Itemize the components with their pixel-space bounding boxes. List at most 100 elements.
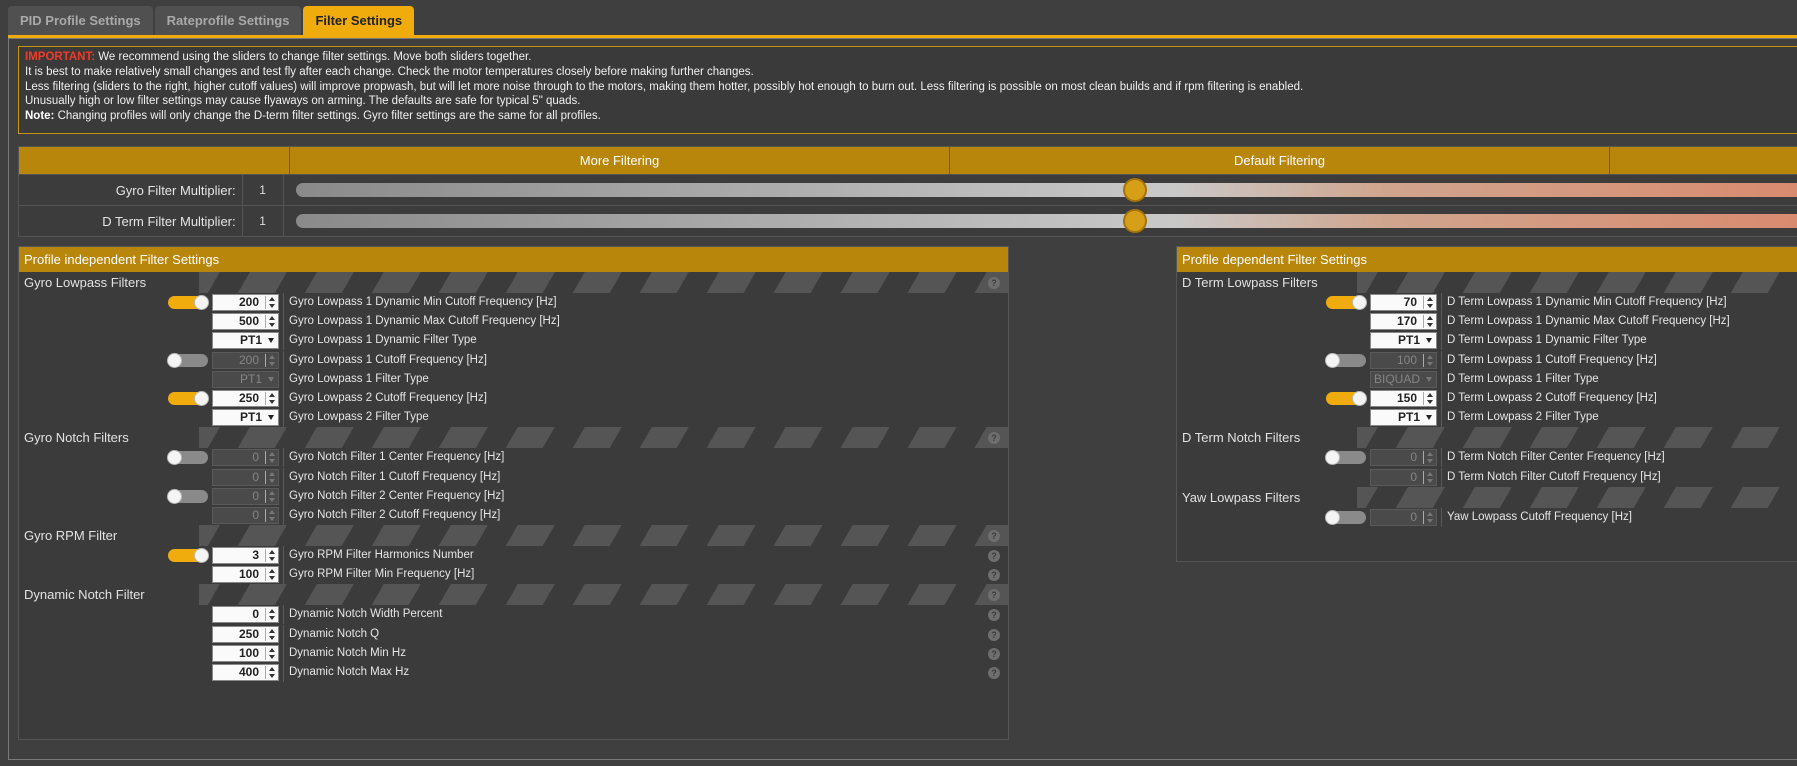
dterm-lpf1-dyn-type-select[interactable]: PT1 — [1370, 332, 1437, 350]
gyro-rpm-harmonics-label: Gyro RPM Filter Harmonics Number — [283, 546, 474, 566]
gyro-lpf1-static-toggle[interactable] — [167, 352, 208, 368]
dterm-lpf2-type-label: D Term Lowpass 2 Filter Type — [1441, 408, 1599, 428]
gyro-notch2-center-input[interactable]: 0 — [212, 487, 279, 505]
tab-bar: PID Profile Settings Rateprofile Setting… — [8, 6, 416, 36]
gyro-rpm-section: Gyro RPM Filter? — [19, 525, 1008, 547]
dyn-notch-min-hz-input[interactable]: 100 — [212, 644, 279, 662]
notice-line-3: Less filtering (sliders to the right, hi… — [25, 80, 1304, 93]
gyro-notch2-cutoff-input[interactable]: 0 — [212, 506, 279, 524]
help-icon[interactable]: ? — [988, 628, 1000, 641]
yaw-lowpass-toggle[interactable] — [1325, 509, 1366, 525]
dterm-filter-multiplier-slider[interactable] — [295, 209, 1797, 233]
gyro-filter-multiplier-slider[interactable] — [295, 178, 1797, 202]
yaw-lowpass-title: Yaw Lowpass Filters — [1182, 489, 1309, 505]
dterm-filter-multiplier-row: D Term Filter Multiplier: 1 — [19, 205, 1797, 237]
help-icon[interactable]: ? — [988, 550, 1000, 563]
gyro-lpf2-type-select[interactable]: PT1 — [212, 409, 279, 427]
dyn-notch-q-row: 250 Dynamic Notch Q ? — [19, 624, 1008, 644]
gyro-lpf1-dyn-toggle[interactable] — [168, 295, 209, 310]
dterm-lpf1-dyn-min-label: D Term Lowpass 1 Dynamic Min Cutoff Freq… — [1441, 293, 1727, 312]
dterm-notch-cutoff-input[interactable]: 0 — [1370, 468, 1437, 486]
help-icon[interactable]: ? — [988, 667, 1000, 679]
gyro-notch1-cutoff-label: Gyro Notch Filter 1 Cutoff Frequency [Hz… — [283, 467, 500, 487]
gyro-lpf1-dyn-max-label: Gyro Lowpass 1 Dynamic Max Cutoff Freque… — [283, 312, 560, 332]
yaw-lowpass-cutoff-input[interactable]: 0 — [1370, 508, 1437, 526]
dterm-lpf2-cutoff-row: 150 D Term Lowpass 2 Cutoff Frequency [H… — [1177, 388, 1797, 408]
profile-independent-title: Profile independent Filter Settings — [19, 247, 1008, 272]
dterm-lpf2-toggle[interactable] — [1326, 390, 1367, 406]
dterm-notch-toggle[interactable] — [1325, 450, 1366, 466]
notice-line-4: Unusually high or low filter settings ma… — [25, 95, 581, 108]
dterm-lpf1-dyn-toggle[interactable] — [1326, 295, 1367, 310]
dyn-notch-width-label: Dynamic Notch Width Percent — [283, 605, 442, 625]
tab-rateprofile-settings[interactable]: Rateprofile Settings — [154, 6, 302, 35]
gyro-lpf1-cutoff-row: 200 Gyro Lowpass 1 Cutoff Frequency [Hz] — [19, 350, 1008, 370]
dterm-lpf1-cutoff-label: D Term Lowpass 1 Cutoff Frequency [Hz] — [1441, 350, 1657, 370]
gyro-filter-multiplier-label: Gyro Filter Multiplier: — [115, 182, 236, 198]
dterm-lpf1-type-select[interactable]: BIQUAD — [1370, 370, 1437, 388]
gyro-notch1-center-row: 0 Gyro Notch Filter 1 Center Frequency [… — [19, 448, 1008, 468]
tab-filter-settings[interactable]: Filter Settings — [303, 6, 415, 35]
gyro-notch1-center-input[interactable]: 0 — [212, 449, 279, 467]
gyro-lpf1-dyn-type-select[interactable]: PT1 — [212, 332, 279, 350]
gyro-lpf1-dyn-min-row: 200 Gyro Lowpass 1 Dynamic Min Cutoff Fr… — [19, 293, 1008, 312]
help-icon[interactable]: ? — [988, 647, 1000, 660]
gyro-notch2-toggle[interactable] — [167, 488, 208, 504]
slider-table-header: More Filtering Default Filtering — [19, 147, 1797, 174]
dterm-lpf1-cutoff-input[interactable]: 100 — [1370, 351, 1437, 369]
dynamic-notch-title: Dynamic Notch Filter — [24, 587, 153, 603]
gyro-lpf1-dyn-max-input[interactable]: 500 — [212, 313, 279, 331]
gyro-lpf1-type-select[interactable]: PT1 — [212, 370, 279, 388]
gyro-notch1-cutoff-input[interactable]: 0 — [212, 468, 279, 486]
gyro-slider-thumb[interactable] — [1122, 178, 1147, 202]
help-icon[interactable]: ? — [988, 588, 1000, 601]
dterm-lpf2-cutoff-input[interactable]: 150 — [1370, 389, 1437, 407]
dterm-lpf1-cutoff-row: 100 D Term Lowpass 1 Cutoff Frequency [H… — [1177, 350, 1797, 370]
dterm-lpf1-static-toggle[interactable] — [1325, 352, 1366, 368]
dterm-lpf1-dyn-min-input[interactable]: 70 — [1370, 294, 1437, 311]
dterm-notch-center-label: D Term Notch Filter Center Frequency [Hz… — [1441, 448, 1665, 468]
help-icon[interactable]: ? — [988, 569, 1000, 582]
yaw-lowpass-cutoff-row: 0 Yaw Lowpass Cutoff Frequency [Hz] — [1177, 507, 1797, 527]
dyn-notch-min-hz-row: 100 Dynamic Notch Min Hz ? — [19, 643, 1008, 663]
gyro-lpf1-type-row: PT1 Gyro Lowpass 1 Filter Type — [19, 369, 1008, 389]
gyro-lpf1-type-label: Gyro Lowpass 1 Filter Type — [283, 369, 429, 389]
gyro-lpf1-dyn-min-input[interactable]: 200 — [212, 294, 279, 311]
tab-pid-profile-settings[interactable]: PID Profile Settings — [8, 6, 153, 35]
gyro-notch2-center-row: 0 Gyro Notch Filter 2 Center Frequency [… — [19, 486, 1008, 506]
gyro-rpm-toggle[interactable] — [168, 548, 209, 564]
dyn-notch-width-input[interactable]: 0 — [212, 606, 279, 624]
notice-line-2: It is best to make relatively small chan… — [25, 65, 754, 78]
notice-line-5: Changing profiles will only change the D… — [54, 110, 601, 123]
gyro-rpm-harmonics-input[interactable]: 3 — [212, 547, 279, 565]
dterm-notch-cutoff-row: 0 D Term Notch Filter Cutoff Frequency [… — [1177, 467, 1797, 487]
dyn-notch-max-hz-label: Dynamic Notch Max Hz — [283, 663, 409, 682]
gyro-lpf1-dyn-min-label: Gyro Lowpass 1 Dynamic Min Cutoff Freque… — [283, 293, 557, 312]
help-icon[interactable]: ? — [988, 529, 1000, 542]
dterm-lpf1-dyn-max-input[interactable]: 170 — [1370, 313, 1437, 331]
profile-independent-panel: Profile independent Filter Settings Gyro… — [18, 246, 1009, 740]
dterm-notch-center-input[interactable]: 0 — [1370, 449, 1437, 467]
gyro-lpf2-toggle[interactable] — [168, 390, 209, 406]
dterm-filter-multiplier-value: 1 — [241, 205, 284, 237]
dterm-lpf1-type-label: D Term Lowpass 1 Filter Type — [1441, 369, 1599, 389]
dyn-notch-q-input[interactable]: 250 — [212, 625, 279, 643]
slider-table: More Filtering Default Filtering Gyro Fi… — [18, 146, 1797, 237]
dterm-lpf2-type-select[interactable]: PT1 — [1370, 409, 1437, 427]
gyro-rpm-title: Gyro RPM Filter — [24, 528, 126, 544]
dyn-notch-max-hz-input[interactable]: 400 — [212, 664, 279, 681]
help-icon[interactable]: ? — [988, 276, 1000, 289]
gyro-rpm-min-freq-input[interactable]: 100 — [212, 566, 279, 584]
gyro-notch1-toggle[interactable] — [167, 450, 208, 466]
gyro-lpf2-cutoff-input[interactable]: 250 — [212, 389, 279, 407]
dterm-slider-thumb[interactable] — [1122, 209, 1147, 233]
dterm-notch-center-row: 0 D Term Notch Filter Center Frequency [… — [1177, 448, 1797, 468]
help-icon[interactable]: ? — [988, 609, 1000, 622]
dterm-lowpass-section: D Term Lowpass Filters — [1177, 272, 1797, 293]
yaw-lowpass-cutoff-label: Yaw Lowpass Cutoff Frequency [Hz] — [1441, 507, 1632, 527]
gyro-lpf2-cutoff-row: 250 Gyro Lowpass 2 Cutoff Frequency [Hz] — [19, 388, 1008, 408]
dterm-lpf1-dyn-max-label: D Term Lowpass 1 Dynamic Max Cutoff Freq… — [1441, 312, 1730, 332]
gyro-lpf1-dyn-max-row: 500 Gyro Lowpass 1 Dynamic Max Cutoff Fr… — [19, 312, 1008, 332]
gyro-lpf1-cutoff-input[interactable]: 200 — [212, 351, 279, 369]
help-icon[interactable]: ? — [988, 431, 1000, 444]
